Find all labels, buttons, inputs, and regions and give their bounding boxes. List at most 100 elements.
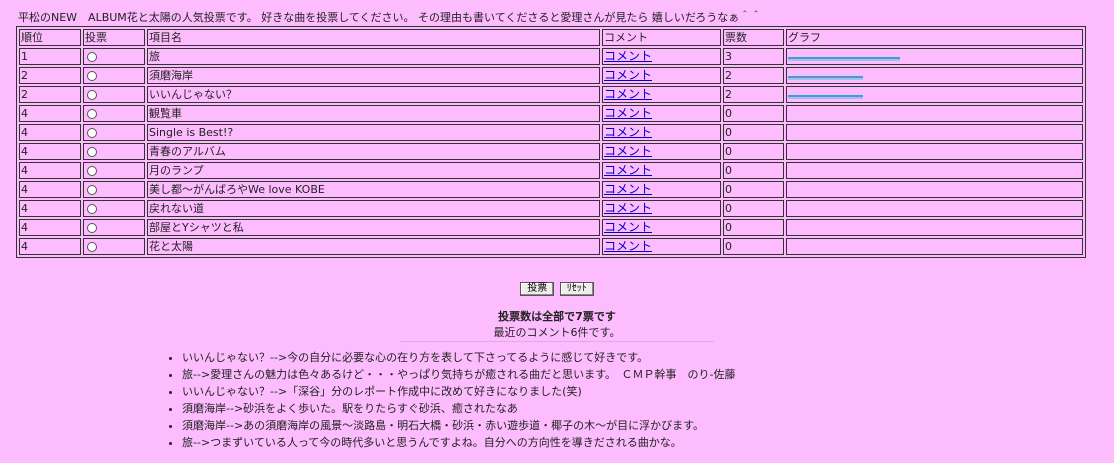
graph-cell <box>786 67 1083 84</box>
vote-table: 順位 投票 項目名 コメント 票数 グラフ 1 旅コメント 3 2 須磨海岸 コメント 2 2… <box>16 26 1086 258</box>
count-cell: 0 <box>723 200 784 217</box>
vote-cell <box>83 200 145 217</box>
comment-cell: コメント <box>602 86 721 103</box>
comment-cell: コメント <box>602 219 721 236</box>
count-cell: 0 <box>723 238 784 255</box>
vote-cell <box>83 162 145 179</box>
vote-total: 投票数は全部で7票です <box>498 310 616 323</box>
vote-cell <box>83 238 145 255</box>
item-name-cell: 花と太陽 <box>147 238 600 255</box>
vote-button[interactable]: 投票 <box>520 282 555 296</box>
count-cell: 3 <box>723 48 784 65</box>
vote-cell <box>83 67 145 84</box>
table-row: 4 観覧車 コメント 0 <box>19 105 1083 122</box>
header-item: 項目名 <box>147 29 600 46</box>
vote-cell <box>83 86 145 103</box>
comment-link[interactable]: コメント <box>604 144 652 158</box>
comment-cell: コメント <box>602 124 721 141</box>
comment-link[interactable]: コメント <box>604 125 652 139</box>
table-row: 4 戻れない道 コメント 0 <box>19 200 1083 217</box>
vote-radio[interactable] <box>87 109 97 119</box>
vote-bar <box>788 75 863 80</box>
rank-cell: 4 <box>19 181 81 198</box>
vote-radio[interactable] <box>87 185 97 195</box>
table-row: 2 いいんじゃない？ コメント 2 <box>19 86 1083 103</box>
graph-cell <box>786 162 1083 179</box>
divider <box>400 341 714 342</box>
comment-item: 旅-->愛理さんの魅力は色々あるけど・・・やっぱり気持ちが癒される曲だと思います… <box>182 366 736 383</box>
vote-cell <box>83 219 145 236</box>
item-name-cell: いいんじゃない？ <box>147 86 600 103</box>
comment-item: 須磨海岸-->あの須磨海岸の風景～淡路島・明石大橋・砂浜・赤い遊歩道・椰子の木～… <box>182 417 736 434</box>
rank-cell: 4 <box>19 143 81 160</box>
vote-radio[interactable] <box>87 90 97 100</box>
vote-radio[interactable] <box>87 242 97 252</box>
vote-radio[interactable] <box>87 223 97 233</box>
comment-link[interactable]: コメント <box>604 220 652 234</box>
graph-cell <box>786 143 1083 160</box>
comment-cell: コメント <box>602 162 721 179</box>
comment-link[interactable]: コメント <box>604 68 652 82</box>
count-cell: 0 <box>723 105 784 122</box>
graph-cell <box>786 124 1083 141</box>
rank-cell: 4 <box>19 162 81 179</box>
vote-radio[interactable] <box>87 147 97 157</box>
reset-button[interactable]: ﾘｾｯﾄ <box>559 282 594 296</box>
rank-cell: 1 <box>19 48 81 65</box>
comment-item: 旅-->つまずいている人って今の時代多いと思うんですよね。自分への方向性を導きだ… <box>182 434 736 451</box>
comment-link[interactable]: コメント <box>604 163 652 177</box>
vote-radio[interactable] <box>87 204 97 214</box>
item-name-cell: 戻れない道 <box>147 200 600 217</box>
rank-cell: 4 <box>19 200 81 217</box>
vote-radio[interactable] <box>87 71 97 81</box>
comment-cell: コメント <box>602 67 721 84</box>
count-cell: 2 <box>723 67 784 84</box>
table-row: 2 須磨海岸 コメント 2 <box>19 67 1083 84</box>
comment-link[interactable]: コメント <box>604 106 652 120</box>
graph-cell <box>786 238 1083 255</box>
comment-link[interactable]: コメント <box>604 239 652 253</box>
comment-link[interactable]: コメント <box>604 49 652 63</box>
header-count: 票数 <box>723 29 784 46</box>
comment-link[interactable]: コメント <box>604 201 652 215</box>
table-row: 4 青春のアルバム コメント 0 <box>19 143 1083 160</box>
vote-radio[interactable] <box>87 128 97 138</box>
table-row: 1 旅コメント 3 <box>19 48 1083 65</box>
rank-cell: 4 <box>19 124 81 141</box>
comment-cell: コメント <box>602 48 721 65</box>
comment-link[interactable]: コメント <box>604 87 652 101</box>
vote-bar <box>788 94 863 99</box>
graph-cell <box>786 200 1083 217</box>
comment-list: いいんじゃない？-->今の自分に必要な心の在り方を表して下さってるように感じて好… <box>170 349 736 451</box>
recent-comments-heading: 最近のコメント6件です。 <box>493 326 621 339</box>
comment-item: いいんじゃない？-->今の自分に必要な心の在り方を表して下さってるように感じて好… <box>182 349 736 366</box>
comment-link[interactable]: コメント <box>604 182 652 196</box>
item-name-cell: 須磨海岸 <box>147 67 600 84</box>
table-row: 4 美し都～がんばろやWe love KOBE コメント 0 <box>19 181 1083 198</box>
comment-cell: コメント <box>602 143 721 160</box>
vote-radio[interactable] <box>87 166 97 176</box>
vote-cell <box>83 124 145 141</box>
graph-cell <box>786 48 1083 65</box>
rank-cell: 4 <box>19 238 81 255</box>
table-row: 4 部屋とYシャツと私 コメント 0 <box>19 219 1083 236</box>
item-name-cell: 観覧車 <box>147 105 600 122</box>
rank-cell: 2 <box>19 86 81 103</box>
header-graph: グラフ <box>786 29 1083 46</box>
count-cell: 2 <box>723 86 784 103</box>
page-intro: 平松のNEW ALBUM花と太陽の人気投票です。 好きな曲を投票してください。 … <box>18 11 762 24</box>
table-header-row: 順位 投票 項目名 コメント 票数 グラフ <box>19 29 1083 46</box>
count-cell: 0 <box>723 143 784 160</box>
vote-cell <box>83 105 145 122</box>
vote-cell <box>83 181 145 198</box>
rank-cell: 4 <box>19 219 81 236</box>
vote-cell <box>83 143 145 160</box>
vote-radio[interactable] <box>87 52 97 62</box>
item-name-cell: 部屋とYシャツと私 <box>147 219 600 236</box>
header-rank: 順位 <box>19 29 81 46</box>
comment-item: 須磨海岸-->砂浜をよく歩いた。駅をりたらすぐ砂浜、癒されたなあ <box>182 400 736 417</box>
count-cell: 0 <box>723 181 784 198</box>
header-vote: 投票 <box>83 29 145 46</box>
rank-cell: 4 <box>19 105 81 122</box>
comment-cell: コメント <box>602 181 721 198</box>
